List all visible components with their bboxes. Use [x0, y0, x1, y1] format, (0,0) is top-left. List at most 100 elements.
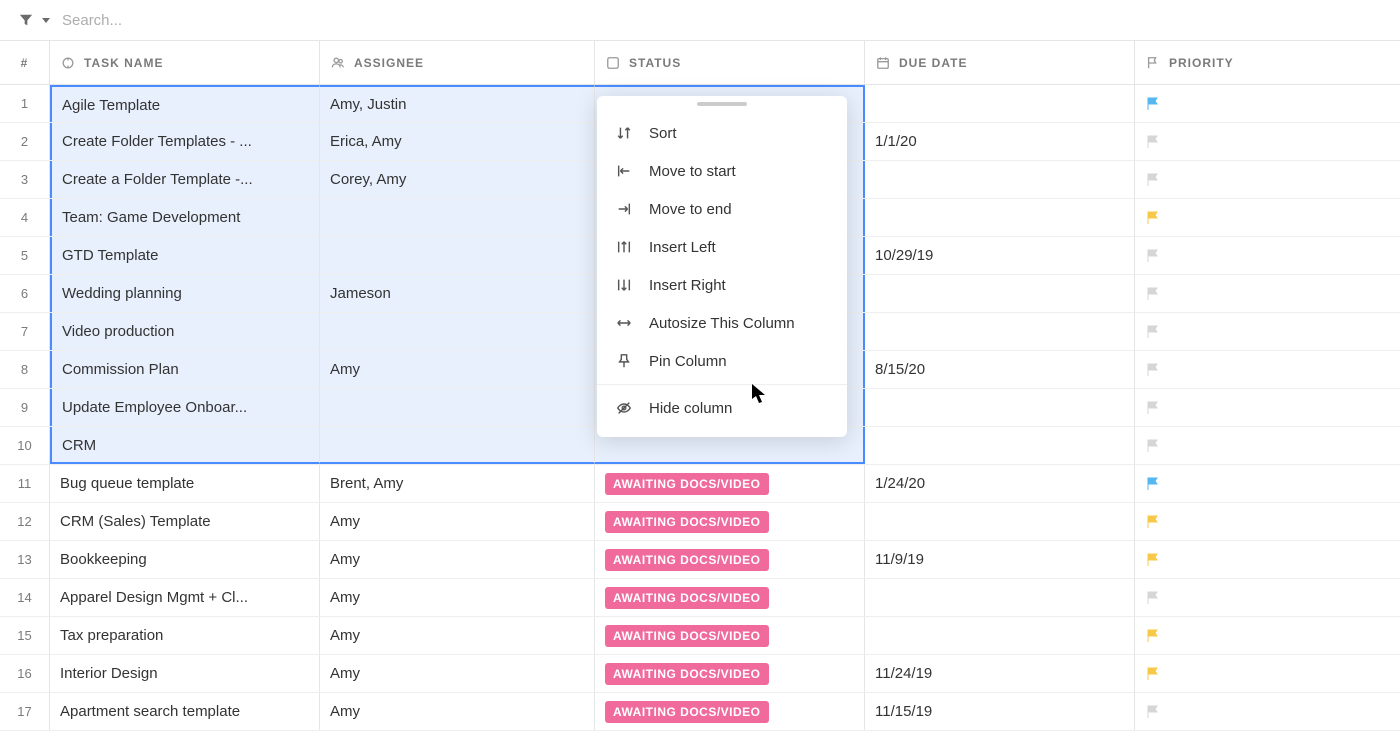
task-cell[interactable]: Tax preparation: [50, 617, 320, 654]
priority-cell[interactable]: [1135, 275, 1395, 312]
date-cell[interactable]: [865, 503, 1135, 540]
date-cell[interactable]: 11/24/19: [865, 655, 1135, 692]
assignee-cell[interactable]: Amy: [320, 655, 595, 692]
task-cell[interactable]: Video production: [50, 313, 320, 350]
assignee-cell[interactable]: Amy: [320, 617, 595, 654]
assignee-cell[interactable]: Amy: [320, 351, 595, 388]
date-cell[interactable]: 11/15/19: [865, 693, 1135, 730]
assignee-cell[interactable]: Amy: [320, 579, 595, 616]
priority-cell[interactable]: [1135, 85, 1395, 122]
date-cell[interactable]: 1/1/20: [865, 123, 1135, 160]
assignee-cell[interactable]: [320, 313, 595, 350]
assignee-cell[interactable]: Brent, Amy: [320, 465, 595, 502]
menu-pin[interactable]: Pin Column: [597, 342, 847, 380]
assignee-cell[interactable]: Amy: [320, 693, 595, 730]
status-cell[interactable]: AWAITING DOCS/VIDEO: [595, 655, 865, 692]
assignee-cell[interactable]: Corey, Amy: [320, 161, 595, 198]
task-cell[interactable]: Apparel Design Mgmt + Cl...: [50, 579, 320, 616]
table-row[interactable]: 14Apparel Design Mgmt + Cl...AmyAWAITING…: [0, 579, 1400, 617]
menu-drag-handle[interactable]: [697, 102, 747, 106]
status-cell[interactable]: AWAITING DOCS/VIDEO: [595, 693, 865, 730]
table-row[interactable]: 15Tax preparationAmyAWAITING DOCS/VIDEO: [0, 617, 1400, 655]
priority-cell[interactable]: [1135, 123, 1395, 160]
task-cell[interactable]: CRM: [50, 427, 320, 464]
assignee-cell[interactable]: Jameson: [320, 275, 595, 312]
date-cell[interactable]: [865, 275, 1135, 312]
assignee-cell[interactable]: Amy: [320, 503, 595, 540]
filter-icon[interactable]: [18, 12, 34, 28]
status-cell[interactable]: AWAITING DOCS/VIDEO: [595, 579, 865, 616]
task-cell[interactable]: Interior Design: [50, 655, 320, 692]
menu-hide[interactable]: Hide column: [597, 389, 847, 427]
assignee-cell[interactable]: [320, 237, 595, 274]
menu-move-end[interactable]: Move to end: [597, 190, 847, 228]
priority-cell[interactable]: [1135, 313, 1395, 350]
menu-move-start[interactable]: Move to start: [597, 152, 847, 190]
status-cell[interactable]: AWAITING DOCS/VIDEO: [595, 541, 865, 578]
priority-cell[interactable]: [1135, 541, 1395, 578]
date-cell[interactable]: 11/9/19: [865, 541, 1135, 578]
menu-autosize[interactable]: Autosize This Column: [597, 304, 847, 342]
date-cell[interactable]: [865, 579, 1135, 616]
header-date[interactable]: DUE DATE: [865, 41, 1135, 84]
task-cell[interactable]: CRM (Sales) Template: [50, 503, 320, 540]
task-cell[interactable]: Create a Folder Template -...: [50, 161, 320, 198]
search-input[interactable]: [56, 8, 1382, 33]
status-cell[interactable]: AWAITING DOCS/VIDEO: [595, 503, 865, 540]
task-cell[interactable]: Wedding planning: [50, 275, 320, 312]
table-row[interactable]: 12CRM (Sales) TemplateAmyAWAITING DOCS/V…: [0, 503, 1400, 541]
date-cell[interactable]: [865, 389, 1135, 426]
priority-cell[interactable]: [1135, 351, 1395, 388]
status-cell[interactable]: AWAITING DOCS/VIDEO: [595, 465, 865, 502]
table-row[interactable]: 13BookkeepingAmyAWAITING DOCS/VIDEO11/9/…: [0, 541, 1400, 579]
task-cell[interactable]: Commission Plan: [50, 351, 320, 388]
task-cell[interactable]: GTD Template: [50, 237, 320, 274]
date-cell[interactable]: [865, 427, 1135, 464]
task-cell[interactable]: Bookkeeping: [50, 541, 320, 578]
table-row[interactable]: 17Apartment search templateAmyAWAITING D…: [0, 693, 1400, 731]
header-assignee[interactable]: ASSIGNEE: [320, 41, 595, 84]
assignee-cell[interactable]: [320, 389, 595, 426]
priority-cell[interactable]: [1135, 693, 1395, 730]
header-priority[interactable]: PRIORITY: [1135, 41, 1395, 84]
date-cell[interactable]: [865, 85, 1135, 122]
assignee-cell[interactable]: Amy, Justin: [320, 85, 595, 122]
assignee-cell[interactable]: [320, 199, 595, 236]
priority-cell[interactable]: [1135, 503, 1395, 540]
priority-cell[interactable]: [1135, 617, 1395, 654]
menu-sort[interactable]: Sort: [597, 114, 847, 152]
header-status[interactable]: STATUS: [595, 41, 865, 84]
priority-cell[interactable]: [1135, 427, 1395, 464]
chevron-down-icon[interactable]: [42, 18, 50, 23]
assignee-cell[interactable]: Erica, Amy: [320, 123, 595, 160]
priority-cell[interactable]: [1135, 465, 1395, 502]
priority-cell[interactable]: [1135, 199, 1395, 236]
task-cell[interactable]: Bug queue template: [50, 465, 320, 502]
assignee-cell[interactable]: Amy: [320, 541, 595, 578]
date-cell[interactable]: [865, 313, 1135, 350]
priority-cell[interactable]: [1135, 161, 1395, 198]
date-cell[interactable]: [865, 199, 1135, 236]
task-cell[interactable]: Update Employee Onboar...: [50, 389, 320, 426]
task-cell[interactable]: Team: Game Development: [50, 199, 320, 236]
date-cell[interactable]: 1/24/20: [865, 465, 1135, 502]
priority-cell[interactable]: [1135, 237, 1395, 274]
date-cell[interactable]: [865, 161, 1135, 198]
header-num[interactable]: #: [0, 41, 50, 84]
table-row[interactable]: 16Interior DesignAmyAWAITING DOCS/VIDEO1…: [0, 655, 1400, 693]
menu-insert-left[interactable]: Insert Left: [597, 228, 847, 266]
menu-insert-right[interactable]: Insert Right: [597, 266, 847, 304]
task-cell[interactable]: Agile Template: [50, 85, 320, 122]
date-cell[interactable]: [865, 617, 1135, 654]
priority-cell[interactable]: [1135, 389, 1395, 426]
date-cell[interactable]: 8/15/20: [865, 351, 1135, 388]
header-task[interactable]: TASK NAME: [50, 41, 320, 84]
task-cell[interactable]: Create Folder Templates - ...: [50, 123, 320, 160]
status-cell[interactable]: AWAITING DOCS/VIDEO: [595, 617, 865, 654]
task-cell[interactable]: Apartment search template: [50, 693, 320, 730]
priority-cell[interactable]: [1135, 579, 1395, 616]
priority-cell[interactable]: [1135, 655, 1395, 692]
assignee-cell[interactable]: [320, 427, 595, 464]
date-cell[interactable]: 10/29/19: [865, 237, 1135, 274]
table-row[interactable]: 11Bug queue templateBrent, AmyAWAITING D…: [0, 465, 1400, 503]
